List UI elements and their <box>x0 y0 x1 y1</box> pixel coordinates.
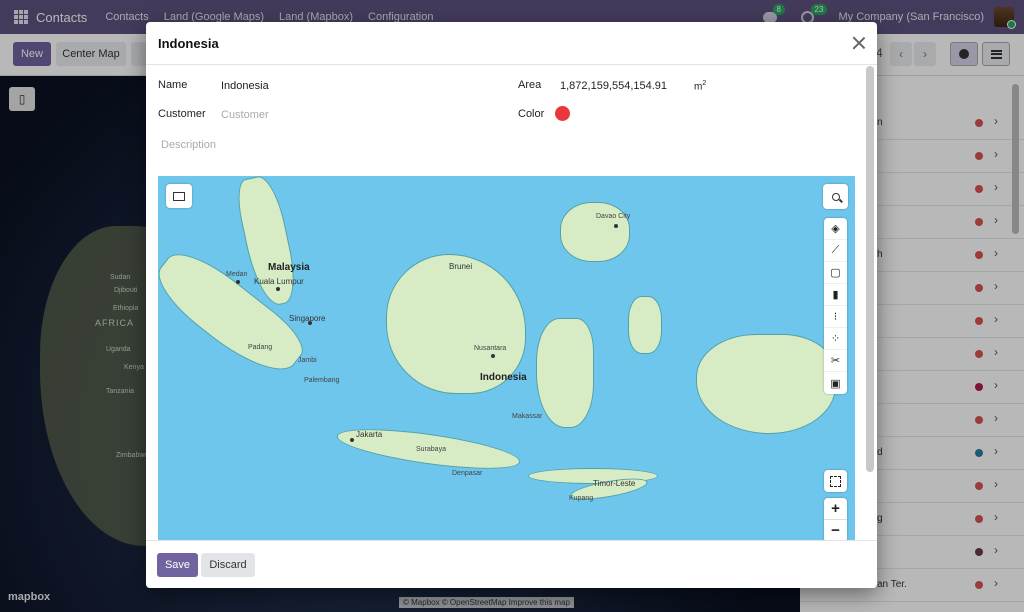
color-label: Color <box>518 108 545 120</box>
save-button[interactable]: Save <box>157 553 198 577</box>
map-label-padang: Padang <box>248 344 273 351</box>
map-search-button[interactable] <box>823 184 848 209</box>
close-icon[interactable] <box>852 36 866 50</box>
map-icon <box>173 191 185 201</box>
city-marker <box>308 321 312 325</box>
dialog-header: Indonesia <box>146 22 877 65</box>
land-form-dialog: Indonesia Name Indonesia Customer Custom… <box>146 22 877 588</box>
name-field[interactable]: Indonesia <box>221 80 269 92</box>
map-label-medan: Medan <box>226 271 248 278</box>
area-unit: m2 <box>694 80 707 93</box>
dialog-title: Indonesia <box>158 36 219 51</box>
map-label-makassar: Makassar <box>512 413 543 420</box>
dialog-scrollbar[interactable] <box>866 66 874 472</box>
fullscreen-icon <box>830 475 841 487</box>
draw-point-icon[interactable]: ◈ <box>824 218 847 240</box>
map-label-indonesia: Indonesia <box>480 372 527 383</box>
combine-icon[interactable]: ⁝ <box>824 306 847 328</box>
trash-icon[interactable]: ▮ <box>824 284 847 306</box>
city-marker <box>350 438 354 442</box>
area-value: 1,872,159,554,154.91 <box>560 80 668 92</box>
land-maluku <box>628 296 662 354</box>
map-label-jakarta: Jakarta <box>356 430 383 439</box>
city-marker <box>276 287 280 291</box>
city-marker <box>614 224 618 228</box>
draw-polygon-icon[interactable]: ▢ <box>824 262 847 284</box>
land-mindanao <box>560 202 630 262</box>
map-style-button[interactable] <box>166 184 192 208</box>
city-marker <box>491 354 495 358</box>
land-sulawesi <box>536 318 594 428</box>
draw-toolbar: ◈ ⟋ ▢ ▮ ⁝ ⁘ ✂ ▣ <box>824 218 847 394</box>
zoom-in-button[interactable]: + <box>824 498 847 519</box>
dialog-footer: Save Discard <box>146 540 877 588</box>
cut-icon[interactable]: ✂ <box>824 350 847 372</box>
search-icon <box>831 192 840 201</box>
color-picker[interactable] <box>555 106 570 121</box>
map-label-jambi: Jambi <box>298 357 317 364</box>
customer-label: Customer <box>158 108 206 120</box>
map-label-timor-leste: Timor-Leste <box>593 479 636 488</box>
fullscreen-button[interactable] <box>824 470 847 492</box>
map-label-kupang: Kupang <box>569 495 594 502</box>
area-map[interactable]: Malaysia Brunei Indonesia Medan Kuala Lu… <box>158 176 855 540</box>
description-field[interactable]: Description <box>161 139 216 151</box>
customer-field[interactable]: Customer <box>221 109 269 121</box>
map-label-nusantara: Nusantara <box>474 345 507 352</box>
draw-line-icon[interactable]: ⟋ <box>824 240 847 262</box>
map-label-kuala-lumpur: Kuala Lumpur <box>254 277 304 286</box>
map-label-davao: Davao City <box>596 213 631 220</box>
map-label-palembang: Palembang <box>304 377 340 384</box>
zoom-control: + − <box>824 498 847 540</box>
map-label-surabaya: Surabaya <box>416 446 446 453</box>
uncombine-icon[interactable]: ⁘ <box>824 328 847 350</box>
city-marker <box>236 280 240 284</box>
area-label: Area <box>518 79 542 91</box>
discard-button[interactable]: Discard <box>201 553 255 577</box>
save-geometry-icon[interactable]: ▣ <box>824 372 847 394</box>
name-label: Name <box>158 79 188 91</box>
land-new-guinea <box>696 334 836 434</box>
map-label-denpasar: Denpasar <box>452 470 483 477</box>
map-label-brunei: Brunei <box>449 262 473 271</box>
zoom-out-button[interactable]: − <box>824 519 847 540</box>
map-label-malaysia: Malaysia <box>268 262 310 273</box>
